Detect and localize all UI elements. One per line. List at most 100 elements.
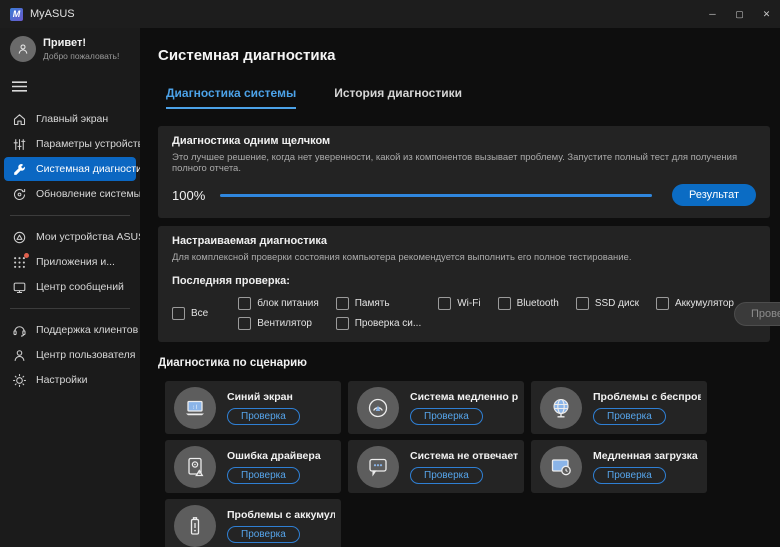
sidebar-item-system-diagnostics[interactable]: Системная диагностика: [4, 157, 136, 181]
checkbox-box[interactable]: [656, 297, 669, 310]
checkbox-label: блок питания: [257, 298, 319, 309]
checkbox-box[interactable]: [238, 297, 251, 310]
checkbox-wifi[interactable]: Wi-Fi: [438, 297, 480, 310]
svg-text::(: :(: [192, 404, 198, 410]
check-button[interactable]: Проверка: [734, 302, 780, 326]
check-scenario-button[interactable]: Проверка: [227, 467, 300, 484]
sidebar-item-home[interactable]: Главный экран: [4, 107, 136, 131]
sidebar-item-label: Параметры устройства: [36, 138, 149, 150]
notification-badge: [24, 253, 29, 258]
sidebar-item-customer-support[interactable]: Поддержка клиентов: [4, 318, 136, 342]
card-title: Медленная загрузка: [593, 450, 698, 462]
sidebar-item-apps[interactable]: Приложения и...: [4, 250, 136, 274]
card-battery-problems: Проблемы с аккумулят... Проверка: [165, 499, 341, 547]
checkbox-box[interactable]: [438, 297, 451, 310]
diagnostics-wrench-icon: [12, 162, 27, 177]
checkbox-ssd[interactable]: SSD диск: [576, 297, 639, 310]
checkbox-all[interactable]: Все: [172, 307, 208, 320]
one-click-diagnostics-panel: Диагностика одним щелчком Это лучшее реш…: [158, 126, 770, 218]
sidebar-nav: Главный экран Параметры устройства: [0, 106, 140, 393]
checkbox-label: Wi-Fi: [457, 298, 480, 309]
gear-icon: [12, 373, 27, 388]
battery-warning-icon: [174, 505, 216, 547]
asus-logo-icon: M: [10, 8, 23, 21]
window-controls: ─ ▢ ✕: [699, 0, 780, 28]
sidebar-item-label: Системная диагностика: [36, 163, 153, 175]
check-scenario-button[interactable]: Проверка: [227, 526, 300, 543]
checkbox-fan[interactable]: Вентилятор: [238, 317, 319, 330]
one-click-description: Это лучшее решение, когда нет уверенност…: [172, 152, 756, 174]
page-title: Системная диагностика: [158, 47, 767, 64]
sidebar-item-user-center[interactable]: Центр пользователя: [4, 343, 136, 367]
checkbox-box[interactable]: [336, 317, 349, 330]
scenario-cards: :( Синий экран Проверка: [165, 381, 767, 547]
tab-system-diagnostics[interactable]: Диагностика системы: [166, 86, 296, 109]
greeting-title: Привет!: [43, 37, 119, 49]
card-title: Система не отвечает: [410, 450, 518, 462]
myasus-window: M MyASUS ─ ▢ ✕ Привет! Добро пожаловать!: [0, 0, 780, 547]
checkbox-box[interactable]: [172, 307, 185, 320]
checkbox-label: Bluetooth: [517, 298, 559, 309]
checkbox-box[interactable]: [498, 297, 511, 310]
update-refresh-icon: [12, 187, 27, 202]
checkbox-label: Проверка си...: [355, 318, 422, 329]
tab-diagnostics-history[interactable]: История диагностики: [334, 86, 462, 109]
hamburger-menu-icon[interactable]: [0, 65, 140, 100]
maximize-button[interactable]: ▢: [726, 0, 753, 28]
card-system-slow: Система медленно раб... Проверка: [348, 381, 524, 434]
checkbox-label: Все: [191, 308, 208, 319]
card-blue-screen: :( Синий экран Проверка: [165, 381, 341, 434]
close-button[interactable]: ✕: [753, 0, 780, 28]
apps-grid-icon: [12, 255, 27, 270]
card-driver-error: Ошибка драйвера Проверка: [165, 440, 341, 493]
check-scenario-button[interactable]: Проверка: [227, 408, 300, 425]
progress-row: 100% Результат: [172, 184, 756, 206]
check-scenario-button[interactable]: Проверка: [410, 408, 483, 425]
sidebar-divider: [10, 215, 130, 216]
custom-description: Для комплексной проверки состояния компь…: [172, 252, 756, 263]
checkbox-memory[interactable]: Память: [336, 297, 422, 310]
sidebar-item-label: Поддержка клиентов: [36, 324, 138, 336]
sidebar-divider: [10, 308, 130, 309]
checkbox-box[interactable]: [238, 317, 251, 330]
sidebar: Привет! Добро пожаловать! Главн: [0, 28, 140, 547]
checkbox-box[interactable]: [336, 297, 349, 310]
progress-bar: [220, 194, 652, 197]
minimize-button[interactable]: ─: [699, 0, 726, 28]
progress-percentage: 100%: [172, 188, 206, 203]
result-button[interactable]: Результат: [672, 184, 756, 206]
sidebar-item-settings[interactable]: Настройки: [4, 368, 136, 392]
main-content: Системная диагностика Диагностика систем…: [140, 28, 780, 547]
card-slow-boot: Медленная загрузка Проверка: [531, 440, 707, 493]
bluescreen-icon: :(: [174, 387, 216, 429]
titlebar: M MyASUS ─ ▢ ✕: [0, 0, 780, 28]
user-icon: [12, 348, 27, 363]
checkbox-battery[interactable]: Аккумулятор: [656, 297, 734, 310]
custom-title: Настраиваемая диагностика: [172, 235, 756, 247]
one-click-title: Диагностика одним щелчком: [172, 135, 756, 147]
check-scenario-button[interactable]: Проверка: [410, 467, 483, 484]
sidebar-item-device-settings[interactable]: Параметры устройства: [4, 132, 136, 156]
sidebar-item-label: Обновление системы: [36, 188, 141, 200]
checkbox-label: SSD диск: [595, 298, 639, 309]
card-wireless-problems: Проблемы с беспровод... Проверка: [531, 381, 707, 434]
sliders-icon: [12, 137, 27, 152]
gauge-icon: [357, 387, 399, 429]
globe-icon: [540, 387, 582, 429]
driver-error-icon: [174, 446, 216, 488]
sidebar-item-message-center[interactable]: Центр сообщений: [4, 275, 136, 299]
checkbox-bluetooth[interactable]: Bluetooth: [498, 297, 559, 310]
checkbox-power-supply[interactable]: блок питания: [238, 297, 319, 310]
card-title: Проблемы с беспровод...: [593, 391, 701, 403]
tab-bar: Диагностика системы История диагностики: [166, 86, 767, 109]
check-scenario-button[interactable]: Проверка: [593, 408, 666, 425]
user-profile[interactable]: Привет! Добро пожаловать!: [0, 33, 140, 65]
greeting-subtitle: Добро пожаловать!: [43, 51, 119, 61]
checkbox-system-check[interactable]: Проверка си...: [336, 317, 422, 330]
checkbox-label: Вентилятор: [257, 318, 312, 329]
check-scenario-button[interactable]: Проверка: [593, 467, 666, 484]
checkbox-box[interactable]: [576, 297, 589, 310]
sidebar-item-my-asus-devices[interactable]: Мои устройства ASUS: [4, 225, 136, 249]
sidebar-item-system-update[interactable]: Обновление системы: [4, 182, 136, 206]
headset-icon: [12, 323, 27, 338]
